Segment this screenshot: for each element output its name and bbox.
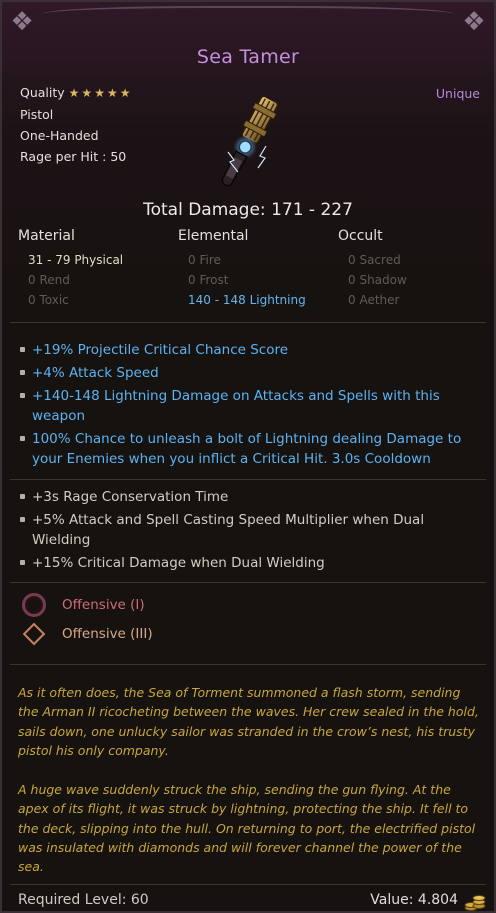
corner-ornament-icon: ❖	[462, 7, 486, 37]
divider	[10, 479, 486, 480]
ring-socket-icon	[22, 593, 46, 617]
magic-modifiers: +19% Projectile Critical Chance Score +4…	[20, 340, 480, 472]
modifier-text: +19% Projectile Critical Chance Score	[32, 342, 289, 358]
top-ornament	[42, 6, 454, 26]
socket-label: Offensive (III)	[62, 626, 153, 642]
rend-damage: 0 Rend	[28, 273, 70, 287]
bullet-icon	[20, 393, 25, 398]
bullet-icon	[20, 370, 25, 375]
bullet-icon	[20, 347, 25, 352]
bullet-icon	[20, 560, 25, 565]
modifier-line: 100% Chance to unleash a bolt of Lightni…	[20, 429, 480, 469]
divider	[10, 582, 486, 583]
modifier-text: +15% Critical Damage when Dual Wielding	[32, 555, 325, 571]
rarity-label: Unique	[435, 86, 480, 101]
quality-row: Quality ★★★★★	[20, 82, 132, 104]
frost-damage: 0 Frost	[188, 273, 229, 287]
rage-per-hit: Rage per Hit : 50	[20, 149, 127, 164]
modifier-text: +5% Attack and Spell Casting Speed Multi…	[32, 512, 425, 548]
tooltip-footer: Required Level: 60 Value: 4.804	[2, 890, 494, 911]
item-properties: Quality ★★★★★ Pistol One-Handed Rage per …	[20, 82, 132, 167]
modifier-text: +4% Attack Speed	[32, 365, 159, 381]
lightning-damage: 140 - 148 Lightning	[188, 293, 306, 307]
item-tooltip: ❖ ❖ Sea Tamer Quality ★★★★★ Pistol One-Ha…	[0, 0, 496, 913]
physical-damage: 31 - 79 Physical	[28, 253, 124, 267]
item-title: Sea Tamer	[196, 46, 300, 68]
divider	[10, 664, 486, 665]
material-column: Material 31 - 79 Physical 0 Rend 0 Toxic	[18, 228, 178, 310]
diamond-socket-icon	[22, 622, 46, 646]
pistol-icon	[221, 95, 279, 187]
lore-paragraph: As it often does, the Sea of Torment sum…	[18, 685, 479, 758]
bullet-icon	[20, 436, 25, 441]
item-type: Pistol	[20, 107, 54, 122]
inherent-modifiers: +3s Rage Conservation Time +5% Attack an…	[20, 487, 480, 576]
occult-column: Occult 0 Sacred 0 Shadow 0 Aether	[338, 228, 494, 310]
total-damage: Total Damage: 171 - 227	[143, 200, 353, 220]
required-level: Required Level: 60	[18, 892, 149, 908]
modifier-line: +19% Projectile Critical Chance Score	[20, 340, 480, 360]
elemental-column: Elemental 0 Fire 0 Frost 140 - 148 Light…	[178, 228, 338, 310]
modifier-text: +3s Rage Conservation Time	[32, 489, 229, 505]
socket-label: Offensive (I)	[62, 597, 145, 613]
bullet-icon	[20, 494, 25, 499]
lore-paragraph: A huge wave suddenly struck the ship, se…	[18, 782, 476, 875]
modifier-line: +3s Rage Conservation Time	[20, 487, 480, 507]
modifier-text: 100% Chance to unleash a bolt of Lightni…	[32, 431, 462, 467]
divider	[10, 322, 486, 323]
item-value: Value: 4.804	[370, 892, 458, 908]
toxic-damage: 0 Toxic	[28, 293, 69, 307]
divider	[10, 884, 486, 885]
socket-offensive-3[interactable]: Offensive (III)	[22, 622, 153, 646]
occult-header: Occult	[338, 228, 383, 244]
elemental-header: Elemental	[178, 228, 249, 244]
sacred-damage: 0 Sacred	[348, 253, 401, 267]
shadow-damage: 0 Shadow	[348, 273, 407, 287]
modifier-line: +140-148 Lightning Damage on Attacks and…	[20, 386, 480, 426]
modifier-line: +15% Critical Damage when Dual Wielding	[20, 553, 480, 573]
modifier-line: +4% Attack Speed	[20, 363, 480, 383]
aether-damage: 0 Aether	[348, 293, 400, 307]
modifier-line: +5% Attack and Spell Casting Speed Multi…	[20, 510, 480, 550]
corner-ornament-icon: ❖	[10, 7, 34, 37]
socket-offensive-1[interactable]: Offensive (I)	[22, 593, 145, 617]
quality-stars: ★★★★★	[68, 86, 133, 100]
bullet-icon	[20, 517, 25, 522]
material-header: Material	[18, 228, 75, 244]
gold-coins-icon	[464, 895, 486, 911]
modifier-text: +140-148 Lightning Damage on Attacks and…	[32, 388, 440, 424]
fire-damage: 0 Fire	[188, 253, 221, 267]
quality-label: Quality	[20, 85, 65, 100]
item-handedness: One-Handed	[20, 128, 99, 143]
